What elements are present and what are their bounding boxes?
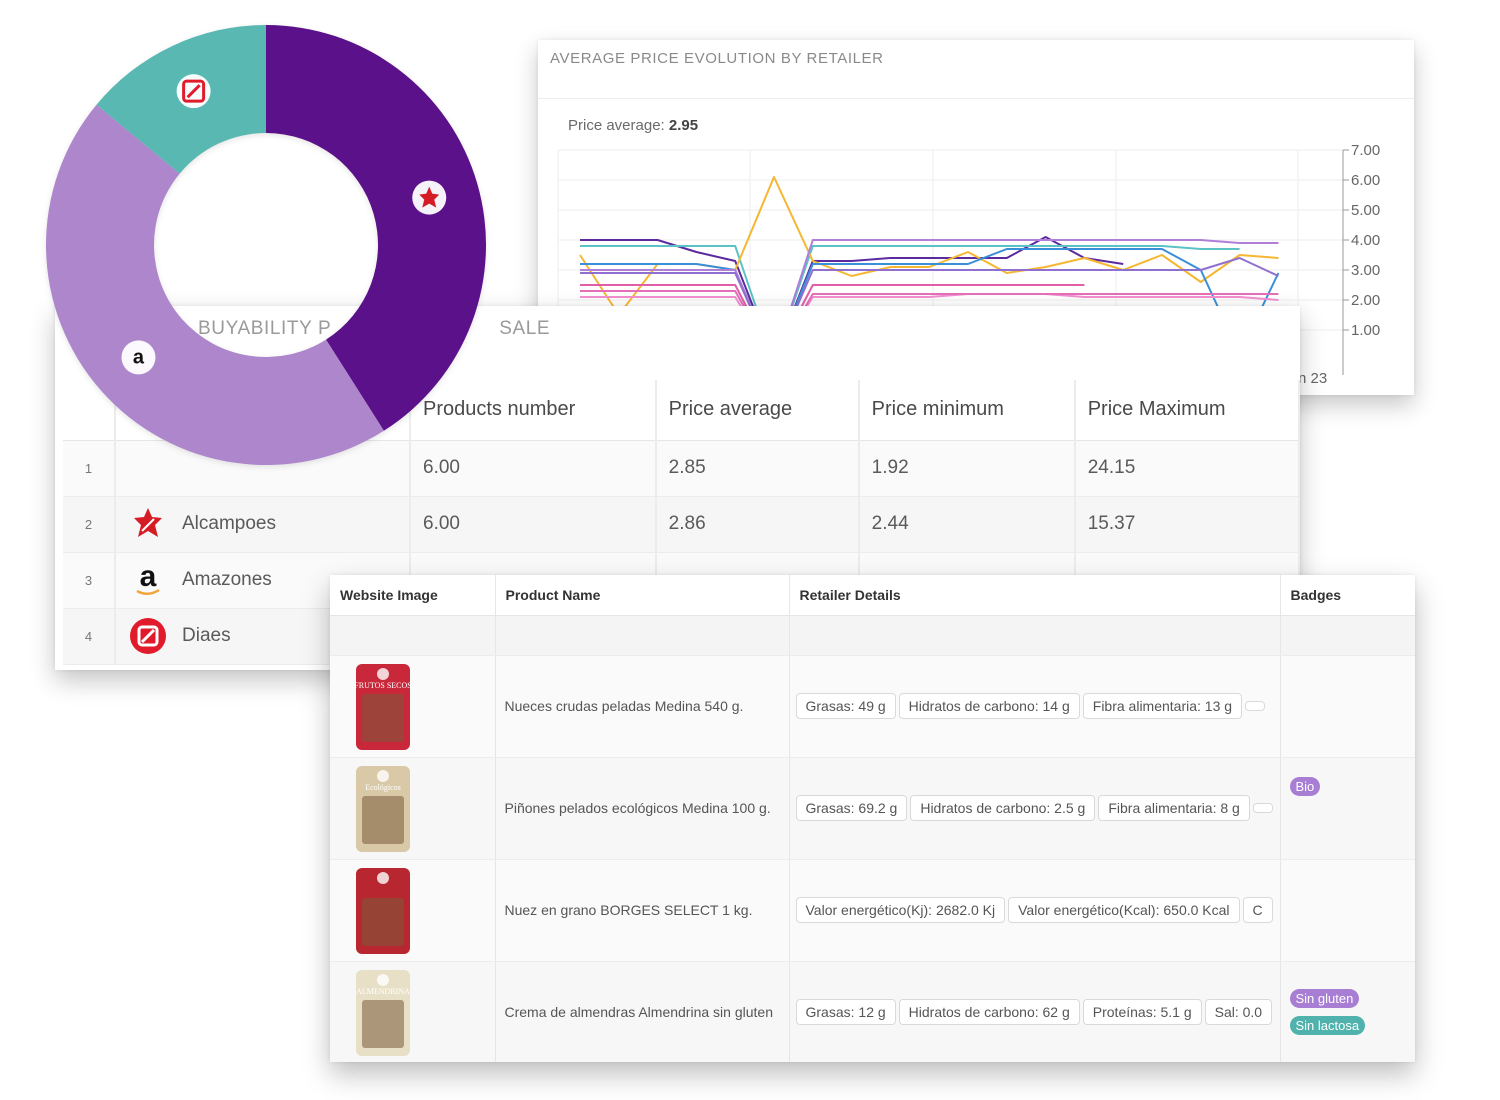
table-row[interactable]: ALMENDRINA Crema de almendras Almendrina… (330, 961, 1415, 1062)
filter-cell[interactable] (330, 615, 496, 656)
product-image-label: FRUTOS SECOS (354, 681, 411, 690)
badges-cell: Bio (1280, 757, 1415, 860)
amazon-icon: a (128, 560, 168, 600)
product-name-cell[interactable]: Crema de almendras Almendrina sin gluten (495, 961, 790, 1062)
product-image-cell: FRUTOS SECOS (330, 655, 496, 758)
product-image-label: Ecológicos (365, 783, 401, 792)
product-image[interactable]: FRUTOS SECOS (340, 660, 426, 752)
price-maximum-cell: 24.15 (1074, 440, 1300, 497)
detail-chip[interactable]: Hidratos de carbono: 62 g (898, 999, 1080, 1025)
amazon-icon: a (121, 340, 156, 375)
col-header-price-minimum[interactable]: Price minimum (858, 380, 1076, 441)
retailer-name: Alcampoes (182, 513, 276, 534)
y-tick-label: 7.00 (1351, 142, 1380, 159)
product-image-cell (330, 859, 496, 962)
price-minimum-cell: 2.44 (858, 496, 1076, 553)
alcampo-icon (128, 504, 168, 544)
filter-cell[interactable] (789, 615, 1281, 656)
badges-cell: Sin gluten Sin lactosa (1280, 961, 1415, 1062)
product-badge: Bio (1289, 776, 1321, 796)
detail-chip[interactable]: Hidratos de carbono: 2.5 g (910, 795, 1096, 821)
col-header-badges[interactable]: Badges (1280, 575, 1415, 616)
detail-chip[interactable]: Fibra alimentaria: 13 g (1082, 693, 1243, 719)
donut-slice (46, 104, 384, 465)
svg-text:a: a (140, 561, 157, 593)
price-average-cell: 2.85 (655, 440, 860, 497)
svg-text:a: a (133, 346, 145, 368)
product-name-cell[interactable]: Nueces crudas peladas Medina 540 g. (495, 655, 790, 758)
product-name-cell[interactable]: Nuez en grano BORGES SELECT 1 kg. (495, 859, 790, 962)
retailer-name: Diaes (182, 625, 231, 646)
detail-chip[interactable]: C (1242, 897, 1273, 923)
filter-cell[interactable] (1280, 615, 1415, 656)
col-header-website-image[interactable]: Website Image (330, 575, 496, 616)
detail-chip[interactable]: Valor energético(Kcal): 650.0 Kcal (1008, 897, 1240, 923)
product-table: Website Image Product Name Retailer Deta… (330, 575, 1415, 1062)
product-image-label: ALMENDRINA (356, 987, 410, 996)
detail-chip[interactable]: Hidratos de carbono: 14 g (898, 693, 1080, 719)
col-header-price-maximum[interactable]: Price Maximum (1074, 380, 1300, 441)
products-number-cell: 6.00 (410, 496, 657, 553)
dia-icon (128, 616, 168, 656)
retailer-details-cell: Grasas: 49 g Hidratos de carbono: 14 g Fib… (789, 655, 1281, 758)
retailer-cell: Alcampoes (115, 496, 411, 553)
col-header-product-name[interactable]: Product Name (495, 575, 790, 616)
col-header-price-average[interactable]: Price average (655, 380, 860, 441)
product-image-cell: Ecológicos (330, 757, 496, 860)
detail-chip[interactable]: Proteínas: 5.1 g (1082, 999, 1202, 1025)
row-index: 3 (63, 552, 116, 609)
table-row[interactable]: Nuez en grano BORGES SELECT 1 kg. Valor … (330, 859, 1415, 962)
product-image[interactable] (340, 864, 426, 956)
table-row[interactable]: Ecológicos Piñones pelados ecológicos Me… (330, 757, 1415, 860)
y-tick-label: 1.00 (1351, 322, 1380, 339)
row-index: 4 (63, 608, 116, 665)
detail-chip[interactable] (1245, 701, 1266, 711)
retailer-details-cell: Grasas: 12 g Hidratos de carbono: 62 g Pro… (789, 961, 1281, 1062)
y-tick-label: 4.00 (1351, 232, 1380, 249)
detail-chip[interactable] (1252, 803, 1273, 813)
product-name-cell[interactable]: Piñones pelados ecológicos Medina 100 g. (495, 757, 790, 860)
detail-chip[interactable]: Grasas: 69.2 g (795, 795, 908, 821)
filter-cell[interactable] (495, 615, 790, 656)
table-row[interactable]: FRUTOS SECOS Nueces crudas peladas Medin… (330, 655, 1415, 758)
detail-chip[interactable]: Valor energético(Kj): 2682.0 Kj (795, 897, 1006, 923)
y-tick-label: 5.00 (1351, 202, 1380, 219)
detail-chip[interactable]: Grasas: 12 g (795, 999, 896, 1025)
retailer-details-cell: Valor energético(Kj): 2682.0 Kj Valor ene… (789, 859, 1281, 962)
badges-cell (1280, 655, 1415, 758)
filter-row (330, 615, 1415, 656)
product-image[interactable]: Ecológicos (340, 762, 426, 854)
product-table-card: Website Image Product Name Retailer Deta… (330, 575, 1415, 1062)
detail-chip[interactable]: Grasas: 49 g (795, 693, 896, 719)
alcampo-icon (412, 180, 447, 215)
y-tick-label: 3.00 (1351, 262, 1380, 279)
product-badge: Sin gluten (1289, 989, 1360, 1008)
price-minimum-cell: 1.92 (858, 440, 1076, 497)
product-image-cell: ALMENDRINA (330, 961, 496, 1062)
price-maximum-cell: 15.37 (1074, 496, 1300, 553)
badges-cell (1280, 859, 1415, 962)
row-index: 2 (63, 496, 116, 553)
price-average-cell: 2.86 (655, 496, 860, 553)
detail-chip[interactable]: Sal: 0.0 (1204, 999, 1273, 1025)
x-axis-date-label: n 23 (1298, 370, 1328, 387)
y-tick-label: 6.00 (1351, 172, 1380, 189)
dia-icon (176, 74, 211, 109)
product-badge: Sin lactosa (1289, 1016, 1366, 1035)
retailer-name: Amazones (182, 569, 272, 590)
table-row[interactable]: 2 Alcampoes 6.00 2.86 2.44 15.37 (63, 496, 1300, 553)
retailer-details-cell: Grasas: 69.2 g Hidratos de carbono: 2.5 g… (789, 757, 1281, 860)
product-image[interactable]: ALMENDRINA (340, 966, 426, 1058)
detail-chip[interactable]: Fibra alimentaria: 8 g (1098, 795, 1250, 821)
col-header-retailer-details[interactable]: Retailer Details (789, 575, 1281, 616)
y-tick-label: 2.00 (1351, 292, 1380, 309)
retailer-share-donut: a (46, 25, 486, 465)
